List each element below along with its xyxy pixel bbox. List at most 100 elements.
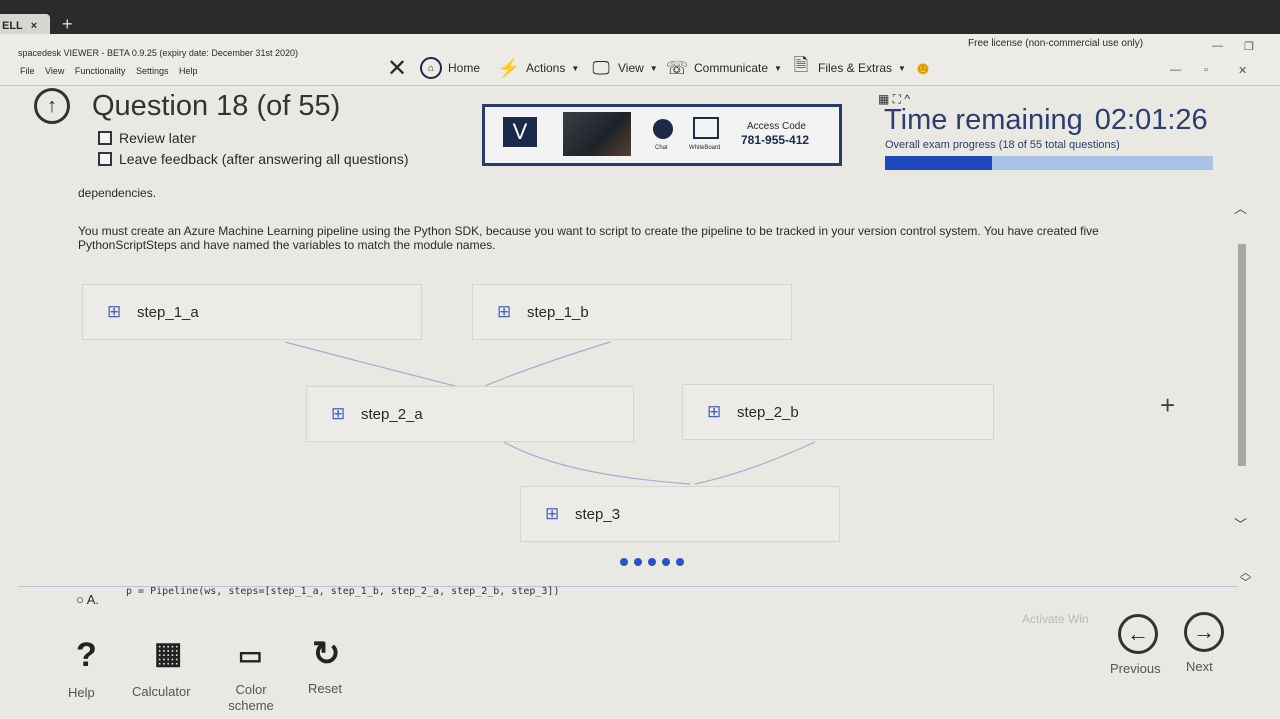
color-scheme-line-1: Color (235, 682, 267, 697)
close-icon: ✕ (386, 54, 408, 82)
home-button[interactable]: ⌂ Home (420, 54, 480, 82)
step-node-2b[interactable]: ⊞ step_2_b (682, 384, 994, 440)
color-scheme-label[interactable]: Color scheme (226, 682, 276, 714)
actions-label: Actions (526, 61, 566, 75)
previous-arrow-icon[interactable]: ← (1118, 614, 1158, 654)
question-content: dependencies. You must create an Azure M… (0, 172, 1256, 592)
access-code-value: 781-955-412 (741, 133, 810, 147)
step-label: step_1_b (527, 303, 589, 321)
module-icon: ⊞ (707, 402, 722, 421)
menu-file[interactable]: File (20, 66, 35, 76)
step-label: step_3 (575, 505, 621, 523)
phone-icon: ☏ (665, 57, 689, 78)
help-label[interactable]: Help (68, 685, 95, 700)
new-tab-icon[interactable]: + (62, 14, 73, 35)
answer-scroll-arrows-icon[interactable]: ︿ ﹀ (1240, 568, 1251, 589)
app-toolbar: spacedesk VIEWER - BETA 0.9.25 (expiry d… (0, 34, 1280, 86)
actions-button[interactable]: ⚡ Actions ▼ (498, 54, 579, 82)
chat-label: Chat (655, 145, 668, 151)
time-value: 02:01:26 (1094, 104, 1208, 136)
menu-functionality[interactable]: Functionality (75, 66, 126, 76)
reset-icon[interactable]: ↻ (312, 634, 341, 674)
module-icon: ⊞ (107, 302, 122, 321)
checkbox-icon (98, 131, 112, 145)
webcam-preview (563, 112, 631, 156)
v-logo-icon: V (503, 117, 537, 147)
chevron-down-icon: ▼ (649, 63, 658, 73)
color-scheme-line-2: scheme (228, 698, 274, 713)
activate-windows-watermark: Activate Win (1022, 612, 1089, 626)
files-extras-button[interactable]: 🗎 Files & Extras ▼ (790, 54, 906, 82)
next-label[interactable]: Next (1186, 659, 1213, 674)
previous-label[interactable]: Previous (1110, 661, 1161, 676)
monitor-icon[interactable]: ▭ (238, 640, 263, 671)
home-label: Home (448, 61, 481, 75)
content-scrollbar[interactable]: ︿ ﹀ (1232, 196, 1256, 536)
tab-close-icon[interactable]: × (31, 20, 37, 32)
smiley-button[interactable]: ☻ (912, 54, 934, 82)
next-arrow-icon[interactable]: → (1184, 612, 1224, 652)
step-label: step_2_b (737, 403, 799, 421)
menu-help[interactable]: Help (179, 66, 198, 76)
review-later-checkbox[interactable]: Review later (98, 130, 196, 146)
progress-text: Overall exam progress (18 of 55 total qu… (885, 139, 1120, 151)
chevron-down-icon[interactable]: ﹀ (1234, 514, 1247, 533)
view-button[interactable]: 🖵 View ▼ (590, 54, 658, 82)
progress-fill (885, 156, 993, 170)
restore-icon[interactable]: ❐ (1244, 40, 1254, 53)
zoom-plus-icon[interactable]: + (1160, 390, 1175, 421)
pagination-dots[interactable] (620, 558, 684, 566)
module-icon: ⊞ (545, 504, 560, 523)
calculator-icon[interactable]: ▦ (154, 636, 182, 671)
module-icon: ⊞ (331, 404, 346, 423)
whiteboard-label: WhiteBoard (689, 145, 721, 151)
help-icon[interactable]: ? (76, 636, 97, 675)
chevron-down-icon: ▼ (898, 63, 906, 73)
chat-icon[interactable] (653, 119, 673, 139)
step-node-1a[interactable]: ⊞ step_1_a (82, 284, 422, 340)
step-node-1b[interactable]: ⊞ step_1_b (472, 284, 792, 340)
time-remaining: Time remaining 02:01:26 (884, 104, 1208, 137)
dot[interactable] (620, 558, 628, 566)
lightning-icon: ⚡ (497, 57, 521, 78)
menu-settings[interactable]: Settings (136, 66, 169, 76)
review-later-label: Review later (119, 130, 197, 146)
checkbox-icon (98, 152, 112, 166)
chevron-up-icon[interactable]: ︿ (1234, 198, 1247, 217)
menu-view[interactable]: View (45, 66, 64, 76)
dot[interactable] (662, 558, 670, 566)
communicate-label: Communicate (694, 61, 769, 75)
license-text: Free license (non-commercial use only) (968, 38, 1144, 49)
close-icon[interactable]: ✕ (1238, 64, 1247, 77)
close-session-button[interactable]: ✕ (386, 54, 408, 82)
file-icon: 🗎 (793, 55, 809, 75)
step-node-3[interactable]: ⊞ step_3 (520, 486, 840, 542)
reset-label[interactable]: Reset (308, 681, 342, 696)
dot[interactable] (648, 558, 656, 566)
monitor-icon: 🖵 (592, 57, 610, 78)
chevron-down-icon: ▼ (571, 63, 580, 73)
scroll-thumb[interactable] (1238, 244, 1246, 466)
step-label: step_2_a (361, 405, 423, 423)
home-icon: ⌂ (420, 57, 442, 79)
app-title: spacedesk VIEWER - BETA 0.9.25 (expiry d… (18, 48, 298, 58)
dot[interactable] (676, 558, 684, 566)
back-icon[interactable]: ↑ (34, 88, 70, 124)
question-title: Question 18 (of 55) (92, 90, 341, 122)
step-node-2a[interactable]: ⊞ step_2_a (306, 386, 634, 442)
maximize-icon[interactable]: ▫ (1204, 64, 1208, 76)
module-icon: ⊞ (497, 302, 512, 321)
whiteboard-icon[interactable] (693, 117, 719, 139)
minimize-icon-2[interactable]: — (1170, 64, 1181, 76)
view-label: View (618, 61, 644, 75)
radio-icon[interactable]: ○ (76, 592, 84, 607)
calculator-label[interactable]: Calculator (132, 684, 191, 699)
dot[interactable] (634, 558, 642, 566)
smiley-icon: ☻ (913, 57, 933, 78)
communicate-button[interactable]: ☏ Communicate ▼ (666, 54, 782, 82)
option-letter: A. (86, 592, 100, 607)
tab-label: ELL (2, 20, 23, 32)
leave-feedback-checkbox[interactable]: Leave feedback (after answering all ques… (98, 151, 409, 167)
minimize-icon[interactable]: — (1212, 40, 1223, 52)
option-a[interactable]: ○ A. (76, 592, 99, 607)
